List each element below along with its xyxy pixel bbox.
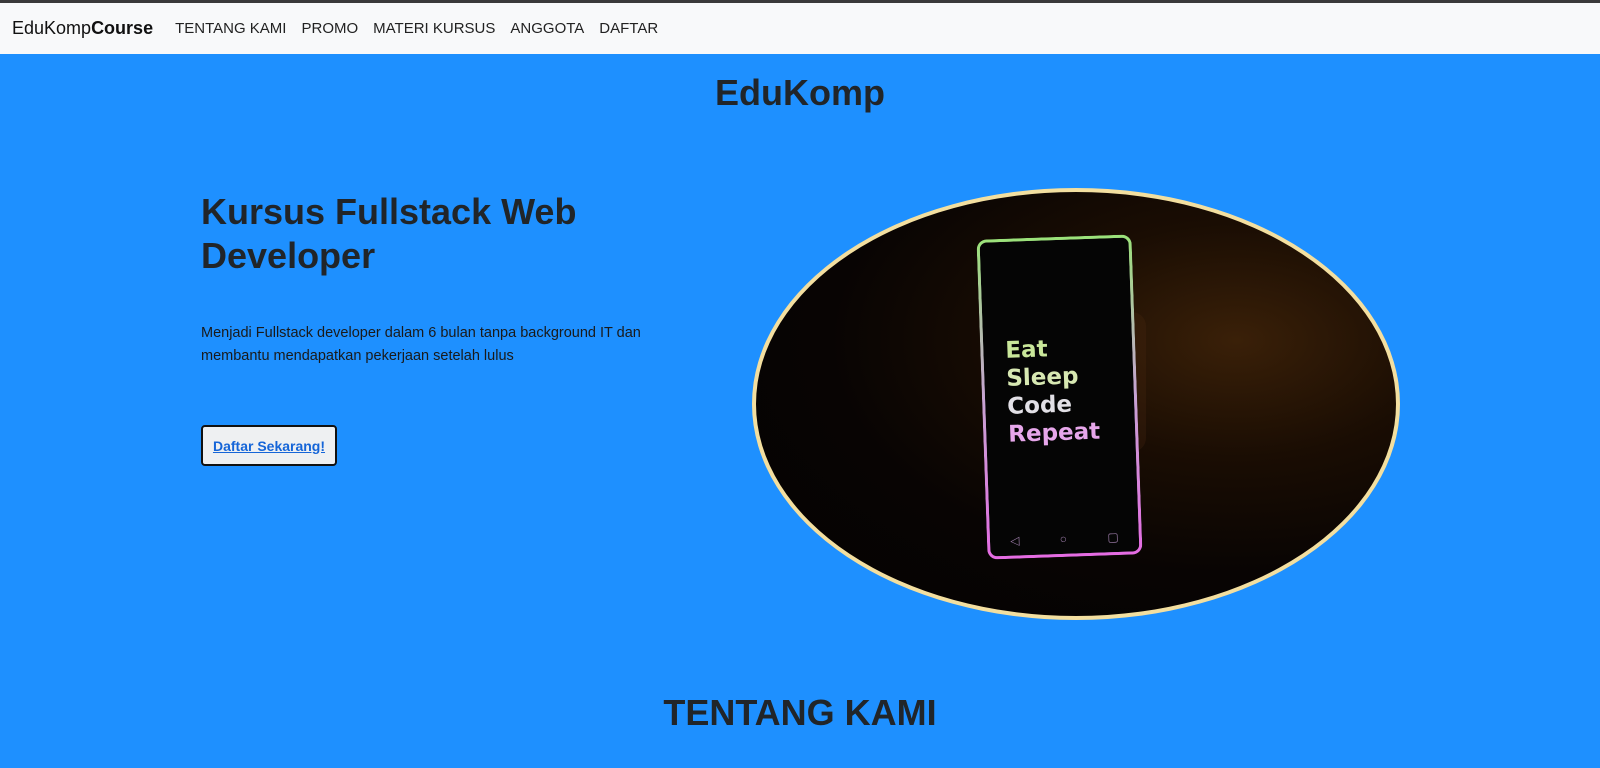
home-icon: ○ (1059, 531, 1068, 547)
phone-line-sleep: Sleep (1005, 363, 1079, 392)
back-icon: ◁ (1009, 533, 1020, 548)
nav-link-promo[interactable]: PROMO (301, 20, 358, 37)
phone-line-code: Code (1006, 391, 1073, 420)
nav-link-daftar[interactable]: DAFTAR (599, 20, 658, 37)
phone-illustration: Eat Sleep Code Repeat ◁ ○ ▢ (976, 234, 1143, 560)
nav-link-tentang-kami[interactable]: TENTANG KAMI (175, 20, 286, 37)
phone-nav-bar: ◁ ○ ▢ (990, 529, 1139, 548)
nav-link-anggota[interactable]: ANGGOTA (510, 20, 584, 37)
nav-link-materi-kursus[interactable]: MATERI KURSUS (373, 20, 495, 37)
site-title: EduKomp (715, 72, 885, 113)
recents-icon: ▢ (1107, 530, 1119, 545)
phone-line-eat: Eat (1004, 336, 1049, 364)
brand-logo[interactable]: EduKompCourse (12, 18, 153, 39)
phone-line-repeat: Repeat (1007, 418, 1101, 448)
hero-title: Kursus Fullstack Web Developer (201, 191, 577, 276)
phone-screen-text: Eat Sleep Code Repeat (1005, 334, 1101, 449)
register-now-button[interactable]: Daftar Sekarang! (201, 425, 337, 466)
navbar: EduKompCourse TENTANG KAMI PROMO MATERI … (0, 3, 1600, 54)
section-title-tentang-kami: TENTANG KAMI (663, 692, 937, 733)
hero-description: Menjadi Fullstack developer dalam 6 bula… (201, 325, 641, 364)
hero-image: Eat Sleep Code Repeat ◁ ○ ▢ (752, 188, 1400, 620)
